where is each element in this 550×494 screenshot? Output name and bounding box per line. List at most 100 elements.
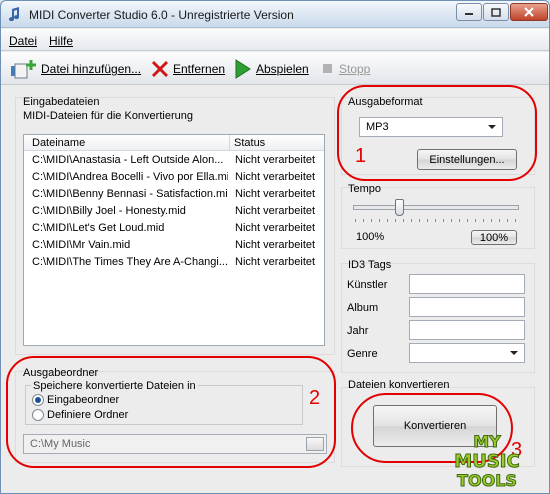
title-bar[interactable]: MIDI Converter Studio 6.0 - Unregistrier… — [1, 1, 549, 28]
add-file-icon — [11, 60, 36, 79]
menu-item-datei[interactable]: Datei — [9, 34, 37, 48]
slider-tick — [459, 219, 460, 222]
slider-tick — [515, 219, 516, 222]
slider-tick — [451, 219, 452, 222]
app-window: MIDI Converter Studio 6.0 - Unregistrier… — [0, 0, 550, 494]
tempo-slider-thumb[interactable] — [394, 199, 404, 216]
add-file-label: Datei hinzufügen... — [41, 62, 142, 76]
album-field[interactable] — [409, 297, 525, 317]
status-cell: Nicht verarbeitet — [235, 188, 316, 200]
file-name-cell: C:\MIDI\Anastasia - Left Outside Alon... — [32, 154, 224, 166]
slider-tick — [467, 219, 468, 222]
annotation-ellipse-1 — [337, 85, 537, 181]
slider-tick — [475, 219, 476, 222]
genre-select[interactable] — [409, 343, 525, 363]
file-name-cell: C:\MIDI\Benny Bennasi - Satisfaction.mid — [32, 188, 228, 200]
file-name-cell: C:\MIDI\Billy Joel - Honesty.mid — [32, 205, 186, 217]
status-cell: Nicht verarbeitet — [235, 154, 316, 166]
convert-title: Dateien konvertieren — [348, 379, 450, 391]
slider-tick — [395, 219, 396, 222]
tempo-reset-label: 100% — [479, 231, 509, 244]
slider-tick — [499, 219, 500, 222]
minimize-icon — [465, 13, 473, 15]
status-cell: Nicht verarbeitet — [235, 222, 316, 234]
artist-field[interactable] — [409, 274, 525, 294]
tempo-slider-track[interactable] — [353, 205, 519, 210]
tempo-value: 100% — [356, 231, 385, 243]
slider-tick — [355, 219, 356, 222]
red-x-icon — [151, 60, 169, 78]
annotation-number-1: 1 — [355, 145, 367, 167]
column-separator — [229, 135, 230, 151]
slider-tick — [419, 219, 420, 222]
svg-text:MY: MY — [473, 432, 501, 451]
file-list-header: Dateiname Status — [24, 135, 324, 151]
stop-label: Stopp — [339, 62, 371, 76]
close-button[interactable] — [510, 3, 548, 21]
input-files-subtitle: MIDI-Dateien für die Konvertierung — [23, 110, 193, 122]
play-label: Abspielen — [256, 62, 309, 76]
play-button[interactable]: Abspielen — [234, 58, 309, 80]
list-item[interactable]: C:\MIDI\Andrea Bocelli - Vivo por Ella.m… — [24, 169, 324, 186]
file-list[interactable]: Dateiname Status C:\MIDI\Anastasia - Lef… — [23, 134, 325, 346]
artist-label: Künstler — [347, 279, 388, 291]
slider-tick — [387, 219, 388, 222]
music-note-icon — [9, 7, 20, 22]
column-header-filename[interactable]: Dateiname — [32, 137, 85, 149]
status-cell: Nicht verarbeitet — [235, 171, 316, 183]
maximize-icon — [491, 7, 501, 17]
slider-tick — [435, 219, 436, 222]
slider-tick — [371, 219, 372, 222]
remove-label: Entfernen — [173, 62, 226, 76]
svg-text:TOOLS: TOOLS — [457, 471, 517, 489]
list-item[interactable]: C:\MIDI\The Times They Are A-Changi... Ni… — [24, 254, 324, 271]
svg-text:MUSIC: MUSIC — [454, 451, 519, 472]
remove-button[interactable]: Entfernen — [151, 58, 225, 80]
list-item[interactable]: C:\MIDI\Mr Vain.mid Nicht verarbeitet — [24, 237, 324, 254]
stop-button[interactable]: Stopp — [321, 58, 370, 80]
my-music-tools-logo: MY MUSIC TOOLS — [454, 432, 520, 490]
chevron-down-icon — [510, 351, 518, 355]
status-cell: Nicht verarbeitet — [235, 205, 316, 217]
column-header-status[interactable]: Status — [234, 137, 265, 149]
menu-bar: Datei Hilfe — [1, 29, 549, 51]
file-name-cell: C:\MIDI\The Times They Are A-Changi... — [32, 256, 228, 268]
slider-tick — [363, 219, 364, 222]
file-name-cell: C:\MIDI\Andrea Bocelli - Vivo por Ella.m… — [32, 171, 228, 183]
status-cell: Nicht verarbeitet — [235, 239, 316, 251]
tempo-reset-button[interactable]: 100% — [471, 230, 517, 245]
slider-tick — [403, 219, 404, 222]
year-label: Jahr — [347, 325, 369, 337]
album-label: Album — [347, 302, 379, 314]
list-item[interactable]: C:\MIDI\Benny Bennasi - Satisfaction.mid… — [24, 186, 324, 203]
id3-title: ID3 Tags — [348, 259, 392, 271]
play-icon — [235, 59, 251, 79]
slider-tick — [427, 219, 428, 222]
file-name-cell: C:\MIDI\Mr Vain.mid — [32, 239, 131, 251]
menu-item-hilfe[interactable]: Hilfe — [49, 34, 73, 48]
year-field[interactable] — [409, 320, 525, 340]
list-item[interactable]: C:\MIDI\Let's Get Loud.mid Nicht verarbei… — [24, 220, 324, 237]
slider-tick — [491, 219, 492, 222]
stop-icon — [323, 64, 332, 73]
slider-tick — [483, 219, 484, 222]
toolbar: Datei hinzufügen... Entfernen Abspielen … — [1, 52, 549, 85]
status-cell: Nicht verarbeitet — [235, 256, 316, 268]
list-item[interactable]: C:\MIDI\Anastasia - Left Outside Alon...… — [24, 152, 324, 169]
genre-label: Genre — [347, 348, 378, 360]
annotation-ellipse-2 — [6, 356, 336, 468]
window-title: MIDI Converter Studio 6.0 - Unregistrier… — [29, 8, 294, 22]
tempo-title: Tempo — [348, 183, 382, 195]
add-file-button[interactable]: Datei hinzufügen... — [9, 58, 141, 80]
file-name-cell: C:\MIDI\Let's Get Loud.mid — [32, 222, 165, 234]
slider-tick — [411, 219, 412, 222]
list-item[interactable]: C:\MIDI\Billy Joel - Honesty.mid Nicht ve… — [24, 203, 324, 220]
annotation-number-2: 2 — [309, 387, 321, 409]
slider-tick — [443, 219, 444, 222]
close-icon — [524, 7, 534, 17]
slider-tick — [379, 219, 380, 222]
slider-tick — [507, 219, 508, 222]
input-files-title: Eingabedateien — [23, 96, 100, 108]
minimize-button[interactable] — [456, 3, 482, 21]
maximize-button[interactable] — [483, 3, 509, 21]
